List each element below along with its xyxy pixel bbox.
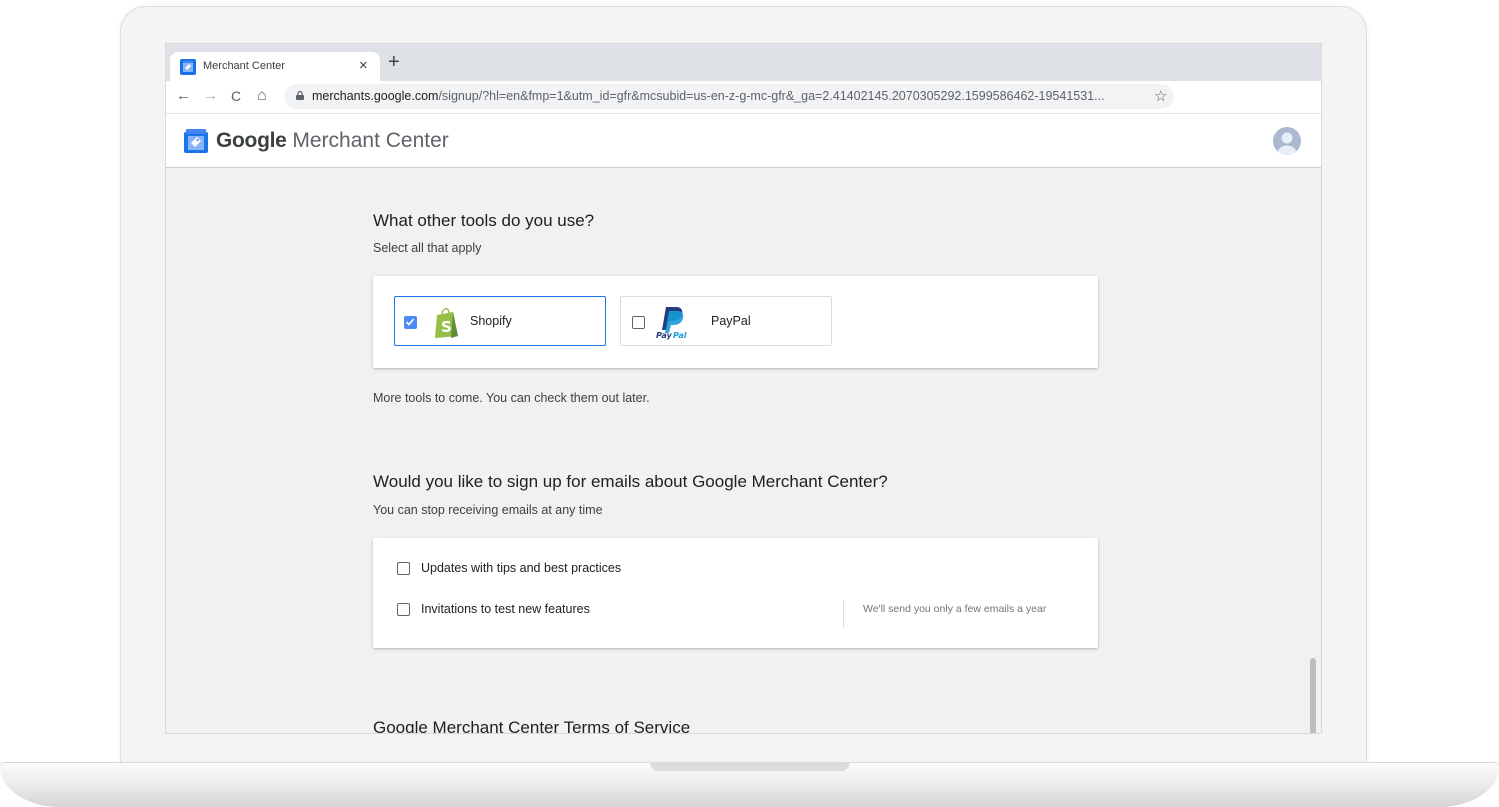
email-frequency-note: We'll send you only a few emails a year bbox=[863, 603, 1047, 615]
app-header: Google Merchant Center bbox=[166, 114, 1321, 168]
tips-option-label[interactable]: Updates with tips and best practices bbox=[421, 561, 621, 575]
forward-arrow-icon[interactable]: → bbox=[203, 87, 218, 105]
address-bar[interactable]: merchants.google.com/signup/?hl=en&fmp=1… bbox=[284, 84, 1174, 109]
tab-close-icon[interactable]: × bbox=[359, 57, 368, 74]
brand-product: Merchant Center bbox=[292, 129, 449, 152]
new-tab-icon[interactable]: + bbox=[388, 52, 400, 72]
reload-icon[interactable]: C bbox=[231, 87, 241, 105]
browser-window: Merchant Center × + ← → C ⌂ merchants.go… bbox=[165, 43, 1322, 734]
tab-merchant-center[interactable]: Merchant Center × bbox=[170, 52, 380, 81]
avatar-person-icon bbox=[1278, 132, 1296, 155]
laptop-notch bbox=[650, 762, 850, 771]
tools-footnote: More tools to come. You can check them o… bbox=[373, 391, 650, 405]
tab-title: Merchant Center bbox=[203, 60, 285, 72]
email-section-subtitle: You can stop receiving emails at any tim… bbox=[373, 503, 603, 517]
scrollbar-thumb[interactable] bbox=[1310, 658, 1316, 733]
tools-section-subtitle: Select all that apply bbox=[373, 241, 482, 255]
merchant-center-logo-icon bbox=[184, 129, 208, 153]
shopify-logo-icon: S bbox=[435, 308, 458, 338]
features-checkbox[interactable] bbox=[397, 603, 410, 616]
email-card: Updates with tips and best practices Inv… bbox=[373, 538, 1098, 648]
svg-text:Pay: Pay bbox=[656, 331, 673, 340]
url-text: merchants.google.com/signup/?hl=en&fmp=1… bbox=[312, 89, 1105, 103]
shopify-label: Shopify bbox=[470, 314, 512, 328]
url-path: /signup/?hl=en&fmp=1&utm_id=gfr&mcsubid=… bbox=[438, 89, 1105, 103]
address-toolbar: ← → C ⌂ merchants.google.com/signup/?hl=… bbox=[166, 81, 1321, 114]
shopify-checkbox[interactable] bbox=[404, 316, 417, 329]
main-content: What other tools do you use? Select all … bbox=[166, 168, 1321, 733]
url-domain: merchants.google.com bbox=[312, 89, 439, 103]
tool-option-shopify[interactable]: S Shopify bbox=[394, 296, 606, 346]
email-section-title: Would you like to sign up for emails abo… bbox=[373, 472, 888, 491]
back-arrow-icon[interactable]: ← bbox=[176, 87, 191, 105]
merchant-center-favicon-icon bbox=[180, 59, 196, 75]
tool-option-paypal[interactable]: Pay Pal PayPal bbox=[620, 296, 832, 346]
tos-section-title: Google Merchant Center Terms of Service bbox=[373, 718, 691, 734]
home-icon[interactable]: ⌂ bbox=[257, 87, 267, 105]
tools-card: S Shopify Pay Pal PayPal bbox=[373, 276, 1098, 368]
tips-checkbox[interactable] bbox=[397, 562, 410, 575]
lock-icon bbox=[296, 91, 304, 100]
svg-text:Pal: Pal bbox=[673, 331, 687, 340]
brand-google: Google bbox=[216, 129, 287, 152]
paypal-logo-icon: Pay Pal bbox=[656, 307, 687, 340]
tab-bar: Merchant Center × + bbox=[166, 44, 1321, 81]
tools-section-title: What other tools do you use? bbox=[373, 211, 595, 230]
checkmark-icon bbox=[405, 318, 415, 326]
paypal-checkbox[interactable] bbox=[632, 316, 645, 329]
vertical-divider bbox=[843, 600, 844, 628]
app-title: Google Merchant Center bbox=[216, 129, 449, 153]
bookmark-star-icon[interactable]: ☆ bbox=[1154, 87, 1167, 105]
features-option-label[interactable]: Invitations to test new features bbox=[421, 602, 590, 616]
account-avatar[interactable] bbox=[1273, 127, 1301, 155]
svg-text:S: S bbox=[441, 318, 452, 336]
paypal-label: PayPal bbox=[711, 314, 751, 328]
